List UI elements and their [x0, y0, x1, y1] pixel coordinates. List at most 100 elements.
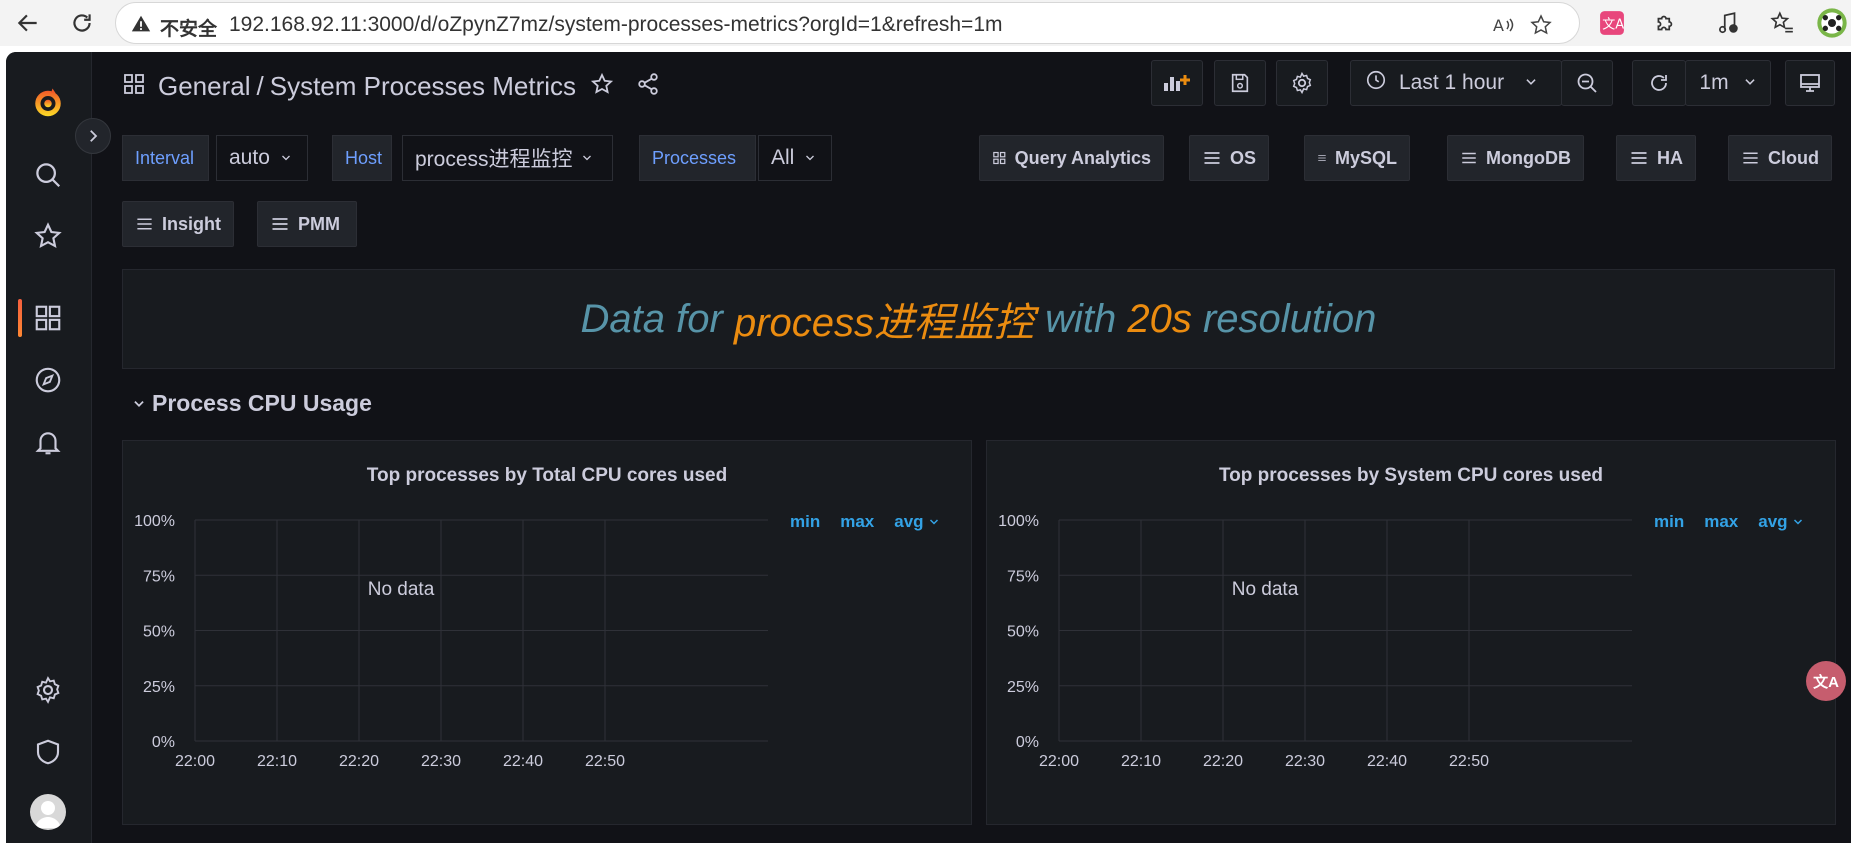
chevron-down-icon — [1743, 71, 1757, 95]
zoom-out-button[interactable] — [1561, 60, 1613, 106]
variable-select-processes[interactable]: All — [758, 135, 832, 181]
menu-bars-icon — [1462, 152, 1476, 164]
add-panel-button[interactable] — [1151, 60, 1203, 106]
menu-bars-icon — [272, 218, 288, 230]
resolution-banner: Data for process进程监控 with 20s resolution — [122, 269, 1835, 369]
legend-header: min max avg — [790, 512, 940, 532]
variable-label-processes: Processes — [639, 135, 756, 181]
link-label: Insight — [162, 213, 221, 234]
row-title: Process CPU Usage — [152, 390, 372, 416]
address-bar[interactable]: 不安全 192.168.92.11:3000/d/oZpynZ7mz/syste… — [115, 2, 1580, 44]
x-tick-label: 22:50 — [1449, 753, 1489, 770]
legend-min[interactable]: min — [1654, 512, 1684, 532]
link-mongodb[interactable]: MongoDB — [1447, 135, 1584, 181]
link-pmm[interactable]: PMM — [257, 201, 357, 247]
panel-total-cpu[interactable]: Top processes by Total CPU cores used 10… — [122, 440, 972, 825]
link-label: Cloud — [1768, 147, 1819, 168]
variable-select-host[interactable]: process进程监控 — [402, 135, 613, 181]
y-tick-label: 25% — [143, 679, 175, 696]
x-tick-label: 22:00 — [1039, 753, 1079, 770]
starred-icon[interactable] — [28, 216, 68, 256]
banner-text-1: Data for — [580, 296, 734, 341]
favorite-star-icon[interactable] — [1528, 12, 1554, 38]
legend-avg[interactable]: avg — [1758, 512, 1803, 532]
link-insight[interactable]: Insight — [122, 201, 234, 247]
x-tick-label: 22:20 — [339, 753, 379, 770]
page-title: General / System Processes Metrics — [158, 71, 576, 102]
legend-min[interactable]: min — [790, 512, 820, 532]
link-label: PMM — [298, 213, 340, 234]
translate-float-button[interactable]: 文A — [1806, 661, 1846, 701]
breadcrumb-folder[interactable]: General — [158, 71, 251, 101]
link-cloud[interactable]: Cloud — [1728, 135, 1832, 181]
row-header-process-cpu[interactable]: Process CPU Usage — [132, 390, 372, 417]
banner-host: process进程监控 — [733, 301, 1035, 345]
save-dashboard-button[interactable] — [1214, 60, 1266, 106]
x-tick-label: 22:40 — [503, 753, 543, 770]
dashboards-icon[interactable] — [28, 298, 68, 338]
browser-toolbar: 不安全 192.168.92.11:3000/d/oZpynZ7mz/syste… — [0, 0, 1851, 46]
chevron-down-icon — [134, 400, 144, 407]
link-query-analytics[interactable]: Query Analytics — [979, 135, 1164, 181]
refresh-dashboard-button[interactable] — [1632, 60, 1686, 106]
read-aloud-icon[interactable]: A — [1491, 12, 1517, 38]
user-avatar[interactable] — [30, 794, 66, 830]
variable-value-interval: auto — [229, 146, 270, 169]
server-admin-shield-icon[interactable] — [28, 732, 68, 772]
translate-extension-icon[interactable]: 文A — [1596, 7, 1628, 39]
grafana-logo-icon[interactable] — [28, 82, 68, 122]
legend-avg[interactable]: avg — [894, 512, 939, 532]
legend-header: min max avg — [1654, 512, 1804, 532]
refresh-interval-label: 1m — [1699, 71, 1729, 94]
tv-mode-button[interactable] — [1785, 60, 1835, 106]
legend-max[interactable]: max — [1704, 512, 1738, 532]
url-text[interactable]: 192.168.92.11:3000/d/oZpynZ7mz/system-pr… — [229, 13, 1003, 37]
alerting-bell-icon[interactable] — [28, 422, 68, 462]
x-tick-label: 22:30 — [1285, 753, 1325, 770]
x-tick-label: 22:00 — [175, 753, 215, 770]
chevron-down-icon — [804, 146, 816, 170]
search-icon[interactable] — [28, 155, 68, 195]
back-arrow-icon[interactable] — [12, 7, 44, 39]
explore-compass-icon[interactable] — [28, 360, 68, 400]
legend-max[interactable]: max — [840, 512, 874, 532]
configuration-gear-icon[interactable] — [28, 670, 68, 710]
link-label: MongoDB — [1486, 147, 1571, 168]
reload-icon[interactable] — [66, 7, 98, 39]
profile-avatar-icon[interactable] — [1816, 7, 1848, 39]
menu-bars-icon — [1318, 155, 1326, 161]
variable-select-interval[interactable]: auto — [216, 135, 308, 181]
link-label: Query Analytics — [1014, 147, 1151, 168]
banner-resolution: 20s — [1127, 296, 1192, 341]
dashboard-main: General / System Processes Metrics Last 1 … — [92, 52, 1851, 843]
menu-bars-icon — [1743, 152, 1758, 164]
panel-system-cpu[interactable]: Top processes by System CPU cores used 1… — [986, 440, 1836, 825]
y-tick-label: 0% — [152, 734, 175, 751]
y-tick-label: 25% — [1007, 679, 1039, 696]
x-tick-label: 22:20 — [1203, 753, 1243, 770]
grafana-app: General / System Processes Metrics Last 1 … — [6, 52, 1851, 843]
link-mysql[interactable]: MySQL — [1304, 135, 1410, 181]
no-data-label: No data — [368, 579, 435, 600]
favorites-list-icon[interactable] — [1766, 7, 1798, 39]
x-tick-label: 22:10 — [1121, 753, 1161, 770]
link-os[interactable]: OS — [1189, 135, 1269, 181]
link-label: HA — [1657, 147, 1683, 168]
time-range-picker[interactable]: Last 1 hour — [1350, 60, 1562, 106]
extensions-puzzle-icon[interactable] — [1650, 7, 1682, 39]
media-control-icon[interactable] — [1712, 7, 1744, 39]
link-ha[interactable]: HA — [1616, 135, 1696, 181]
menu-bars-icon — [1631, 152, 1647, 164]
breadcrumb-separator: / — [256, 70, 264, 101]
security-label[interactable]: 不安全 — [160, 14, 217, 41]
share-icon[interactable] — [636, 72, 660, 101]
svg-text:A: A — [1493, 16, 1504, 35]
refresh-interval-picker[interactable]: 1m — [1685, 60, 1771, 106]
dashboard-title[interactable]: System Processes Metrics — [270, 71, 576, 101]
dashboard-settings-button[interactable] — [1276, 60, 1328, 106]
mark-favorite-star-icon[interactable] — [590, 72, 614, 101]
variable-value-processes: All — [771, 146, 795, 169]
x-tick-label: 22:30 — [421, 753, 461, 770]
chevron-down-icon — [280, 146, 292, 170]
chart-system-cpu: 100% 75% 50% 25% 0%22:00 22:10 22:20 22:30 22:40… — [998, 513, 1632, 770]
